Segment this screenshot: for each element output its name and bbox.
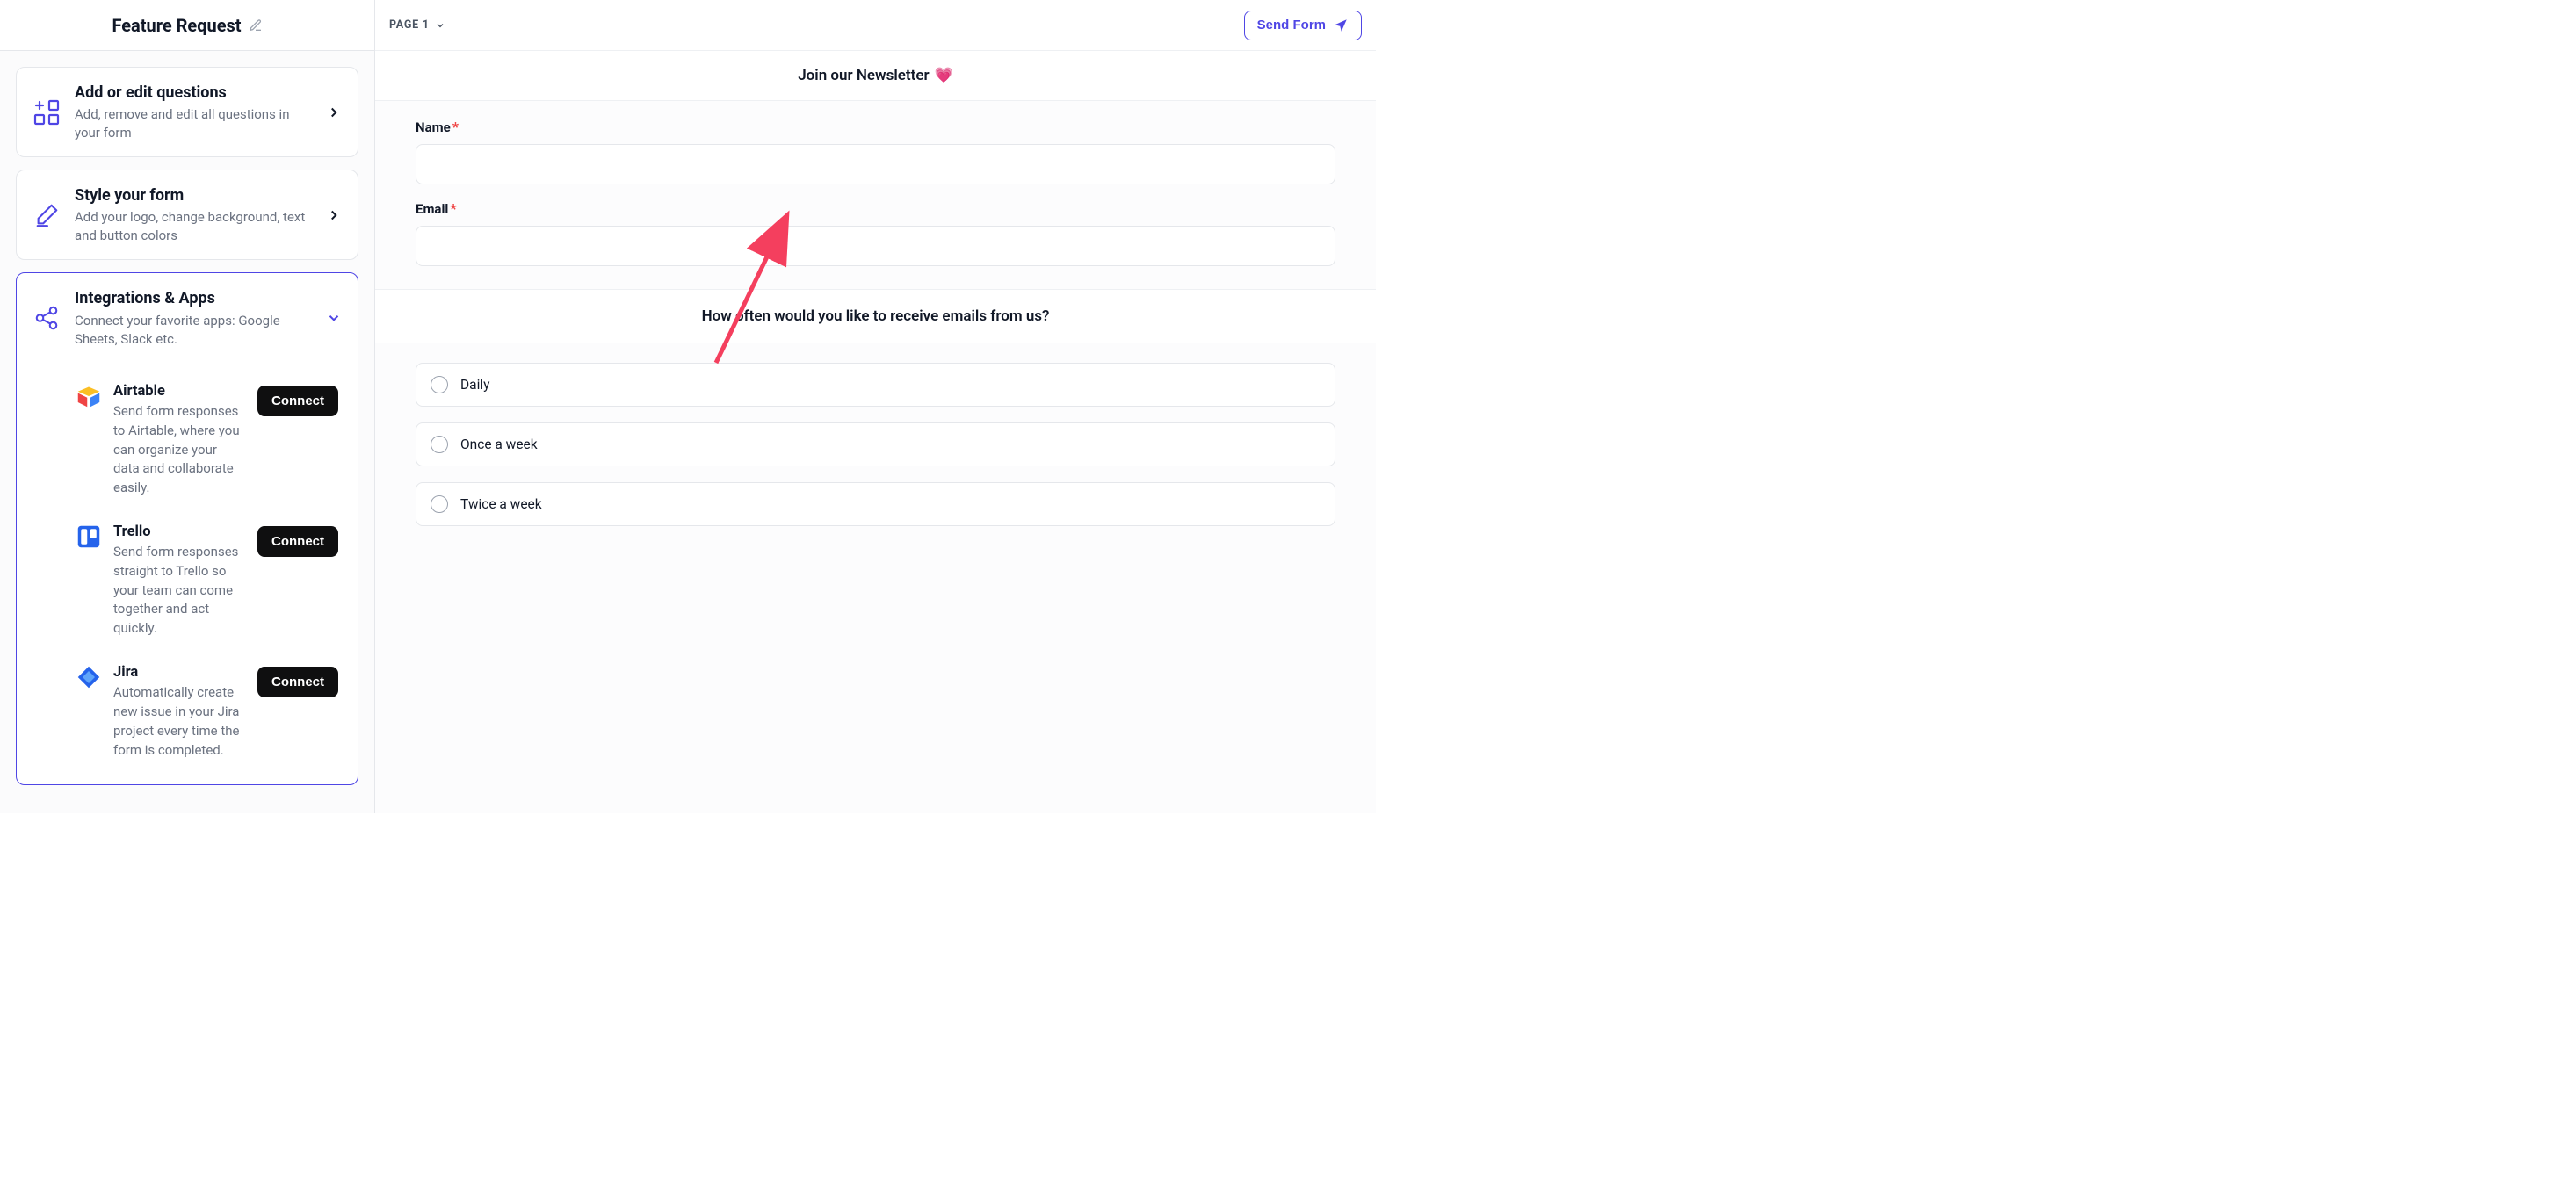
integration-desc: Send form responses to Airtable, where y… bbox=[113, 402, 245, 498]
integration-trello: Trello Send form responses straight to T… bbox=[76, 510, 338, 651]
pencil-style-icon bbox=[33, 201, 61, 229]
chevron-down-icon bbox=[326, 310, 342, 326]
newsletter-title: Join our Newsletter bbox=[798, 67, 929, 84]
trello-icon bbox=[76, 524, 101, 549]
airtable-icon bbox=[76, 384, 101, 408]
radio-icon bbox=[431, 376, 448, 393]
jira-icon bbox=[76, 665, 101, 689]
card-style-title: Style your form bbox=[75, 184, 312, 206]
page-switcher[interactable]: PAGE 1 bbox=[386, 13, 449, 37]
option-label: Twice a week bbox=[460, 496, 542, 512]
integration-jira: Jira Automatically create new issue in y… bbox=[76, 651, 338, 772]
option-label: Daily bbox=[460, 377, 489, 393]
editor-panel: Feature Request Add or edit questions bbox=[0, 0, 375, 813]
preview-panel: PAGE 1 Send Form bbox=[375, 0, 1376, 813]
integration-name: Airtable bbox=[113, 382, 245, 401]
form-preview: Join our Newsletter 💗 Name* Email* How o… bbox=[375, 51, 1376, 813]
email-input[interactable] bbox=[416, 226, 1335, 266]
preview-header: PAGE 1 Send Form bbox=[375, 0, 1376, 51]
option-twice-a-week[interactable]: Twice a week bbox=[416, 482, 1335, 526]
name-label: Name bbox=[416, 119, 451, 135]
share-integrations-icon bbox=[33, 304, 61, 332]
editor-header: Feature Request bbox=[0, 0, 374, 51]
card-questions-title: Add or edit questions bbox=[75, 82, 312, 104]
card-questions-subtitle: Add, remove and edit all questions in yo… bbox=[75, 105, 312, 142]
option-once-a-week[interactable]: Once a week bbox=[416, 422, 1335, 466]
connect-airtable-button[interactable]: Connect bbox=[257, 386, 338, 416]
heart-icon: 💗 bbox=[935, 67, 953, 84]
integration-desc: Automatically create new issue in your J… bbox=[113, 683, 245, 760]
card-style[interactable]: Style your form Add your logo, change ba… bbox=[16, 170, 358, 260]
chevron-right-icon bbox=[326, 207, 342, 223]
name-input[interactable] bbox=[416, 144, 1335, 184]
chevron-right-icon bbox=[326, 105, 342, 120]
radio-icon bbox=[431, 495, 448, 513]
name-email-section: Name* Email* bbox=[375, 101, 1376, 289]
frequency-question-title: How often would you like to receive emai… bbox=[375, 290, 1376, 343]
option-daily[interactable]: Daily bbox=[416, 363, 1335, 407]
frequency-options: Daily Once a week Twice a week bbox=[375, 343, 1376, 545]
card-questions[interactable]: Add or edit questions Add, remove and ed… bbox=[16, 67, 358, 157]
required-star: * bbox=[450, 200, 456, 217]
required-star: * bbox=[452, 119, 459, 135]
option-label: Once a week bbox=[460, 437, 538, 452]
send-form-label: Send Form bbox=[1257, 18, 1326, 32]
send-form-button[interactable]: Send Form bbox=[1244, 11, 1362, 40]
card-integrations-header[interactable]: Integrations & Apps Connect your favorit… bbox=[33, 287, 342, 348]
connect-trello-button[interactable]: Connect bbox=[257, 526, 338, 557]
chevron-down-icon bbox=[435, 20, 445, 31]
integrations-list: Airtable Send form responses to Airtable… bbox=[33, 370, 342, 780]
card-integrations-subtitle: Connect your favorite apps: Google Sheet… bbox=[75, 312, 312, 349]
editor-body: Add or edit questions Add, remove and ed… bbox=[0, 51, 374, 813]
grid-plus-icon bbox=[33, 98, 61, 126]
send-icon bbox=[1333, 18, 1349, 33]
page-label: PAGE 1 bbox=[389, 18, 430, 32]
email-label: Email bbox=[416, 201, 448, 217]
edit-title-icon[interactable] bbox=[249, 18, 263, 32]
integration-desc: Send form responses straight to Trello s… bbox=[113, 543, 245, 639]
form-title: Feature Request bbox=[112, 15, 241, 36]
card-style-subtitle: Add your logo, change background, text a… bbox=[75, 208, 312, 245]
integration-name: Trello bbox=[113, 523, 245, 541]
card-integrations: Integrations & Apps Connect your favorit… bbox=[16, 272, 358, 785]
integration-airtable: Airtable Send form responses to Airtable… bbox=[76, 370, 338, 510]
integration-name: Jira bbox=[113, 663, 245, 682]
radio-icon bbox=[431, 436, 448, 453]
card-integrations-title: Integrations & Apps bbox=[75, 287, 312, 309]
connect-jira-button[interactable]: Connect bbox=[257, 667, 338, 697]
newsletter-title-section: Join our Newsletter 💗 bbox=[375, 51, 1376, 101]
